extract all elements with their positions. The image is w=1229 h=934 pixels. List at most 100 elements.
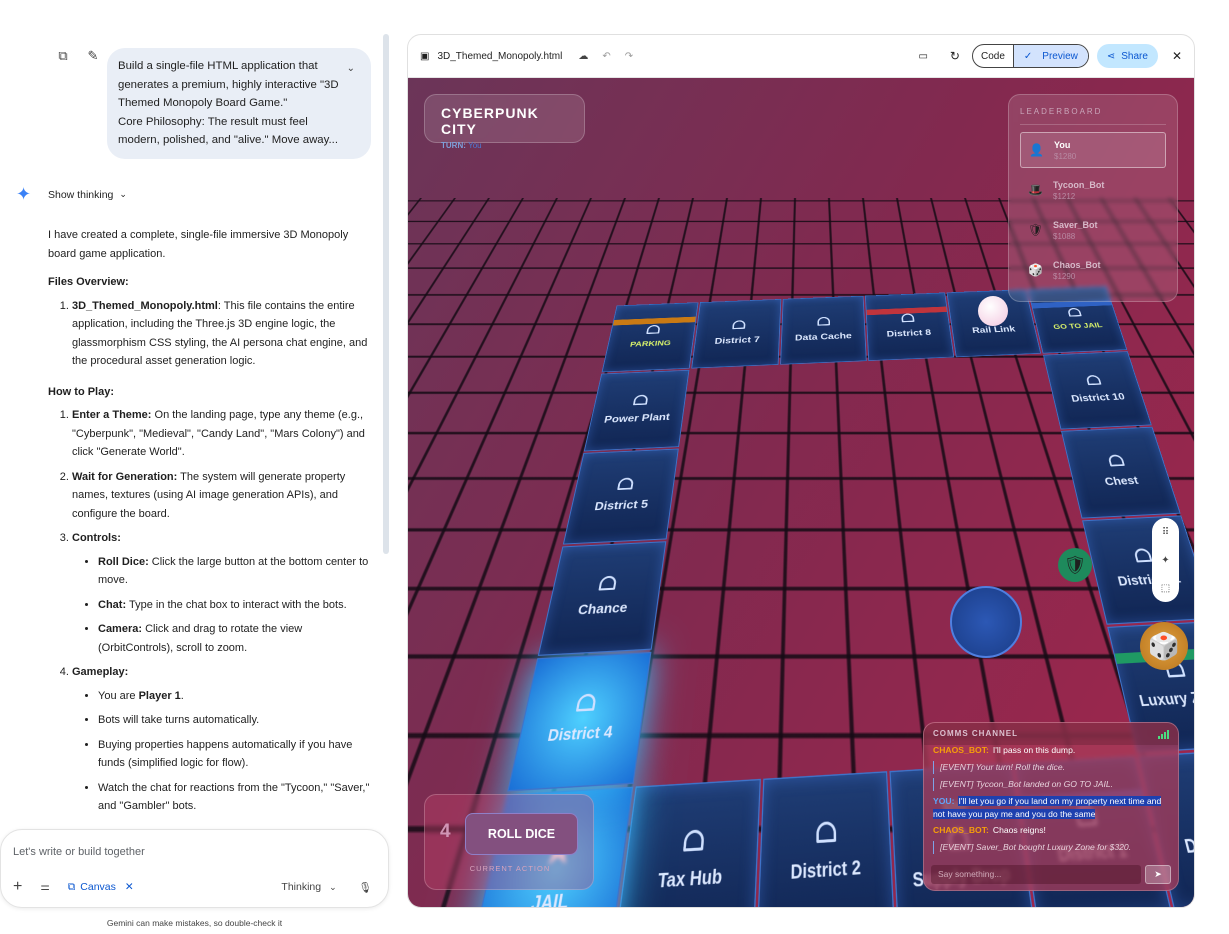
redo-icon[interactable]: ↷ xyxy=(625,51,633,62)
file-name: 3D_Themed_Monopoly.html xyxy=(72,299,218,312)
turn-value: You xyxy=(468,141,482,150)
add-icon[interactable]: + xyxy=(13,878,22,896)
dice-icon: 🎲 xyxy=(1028,263,1043,277)
house-icon xyxy=(900,313,915,323)
player-name: Chaos_Bot xyxy=(1053,259,1101,270)
board-tile[interactable]: District 5 xyxy=(562,448,679,545)
pink-token xyxy=(978,296,1008,326)
control-item: Camera: Click and drag to rotate the vie… xyxy=(98,620,370,657)
chat-message: CHAOS_BOT: Chaos reigns! xyxy=(933,824,1169,837)
board-tile[interactable]: Chest xyxy=(1060,426,1181,519)
canvas-label: Canvas xyxy=(80,881,116,893)
current-action-label: CURRENT ACTION xyxy=(469,864,551,873)
close-icon[interactable]: ✕ xyxy=(1172,49,1182,63)
tools-icon[interactable]: ⚌ xyxy=(40,881,49,893)
tile-name: Chest xyxy=(1103,473,1140,488)
share-button[interactable]: ⋖ Share xyxy=(1096,44,1158,68)
share-label: Share xyxy=(1121,50,1148,62)
house-icon xyxy=(1066,307,1082,317)
step-title: Controls: xyxy=(72,532,121,544)
board-tile[interactable]: Tax Hub xyxy=(613,778,761,907)
file-name: 3D_Themed_Monopoly.html xyxy=(437,50,563,62)
player-name: Saver_Bot xyxy=(1053,219,1098,230)
tile-name: District 10 xyxy=(1069,390,1127,404)
mode-select[interactable]: Thinking xyxy=(281,881,321,893)
board-tile[interactable]: PARKING xyxy=(601,302,699,373)
tile-name: Data Cache xyxy=(794,330,852,343)
step-title: Gameplay: xyxy=(72,666,129,678)
microphone-icon[interactable]: 🎙 xyxy=(359,881,372,894)
comms-heading: COMMS CHANNEL xyxy=(933,729,1018,738)
canvas-chip[interactable]: ⧉ Canvas ✕ xyxy=(68,881,134,894)
house-icon xyxy=(682,829,705,852)
house-icon xyxy=(1085,374,1102,386)
game-viewport[interactable]: PARKING District 7 Data Cache District 8 Rai… xyxy=(408,78,1195,907)
code-file-icon: ▣ xyxy=(420,50,430,62)
board-tile[interactable]: Power Plant xyxy=(583,369,690,452)
board-tile[interactable]: District 10 xyxy=(1043,351,1152,430)
tab-preview[interactable]: ✓ Preview xyxy=(1012,45,1088,67)
roll-dice-button[interactable]: ROLL DICE xyxy=(465,813,578,855)
console-icon[interactable]: ▭ xyxy=(918,51,927,62)
select-element-icon[interactable]: ⬚ xyxy=(1161,583,1170,594)
check-icon: ✓ xyxy=(1023,50,1033,62)
undo-icon[interactable]: ↶ xyxy=(602,51,610,62)
tile-name: District 4 xyxy=(546,721,614,745)
player-avatar-token xyxy=(950,586,1022,658)
sparkle-icon[interactable]: ✦ xyxy=(1161,555,1169,566)
sender: CHAOS_BOT: xyxy=(933,745,989,755)
board-tile[interactable]: District 8 xyxy=(864,292,955,361)
player-money: $1088 xyxy=(1053,231,1076,241)
close-icon[interactable]: ✕ xyxy=(125,881,134,893)
tile-name: Tax Hub xyxy=(656,864,723,893)
board-tile[interactable]: District 2 xyxy=(756,771,896,907)
tile-name: GO TO JAIL xyxy=(1052,321,1104,331)
house-icon xyxy=(597,575,617,591)
tile-name: Luxury Zone xyxy=(1137,686,1195,710)
send-button[interactable]: ➤ xyxy=(1145,865,1171,884)
player-money: $1290 xyxy=(1053,271,1076,281)
step-item: Wait for Generation: The system will gen… xyxy=(72,468,370,524)
chat-input[interactable]: Say something... xyxy=(931,865,1141,884)
chat-message: CHAOS_BOT: I'll pass on this dump. xyxy=(933,744,1169,757)
chat-scrollbar[interactable] xyxy=(383,34,389,554)
comms-channel: COMMS CHANNEL CHAOS_BOT: I'll pass on thi… xyxy=(923,722,1179,891)
board-tile[interactable]: Data Cache xyxy=(780,295,867,365)
canvas-toolbar: ▣ 3D_Themed_Monopoly.html ☁ ↶ ↷ ▭ ↻ Code… xyxy=(408,35,1194,78)
board-tile[interactable]: Chance xyxy=(537,541,667,656)
disclaimer: Gemini can make mistakes, so double-chec… xyxy=(106,918,283,928)
user-message: Build a single-file HTML application tha… xyxy=(107,48,371,159)
prompt-input[interactable]: Let's write or build together xyxy=(13,846,145,858)
tile-name: Power Plant xyxy=(603,410,671,426)
board-tile[interactable]: District 7 xyxy=(691,299,782,369)
step-title: Enter a Theme: xyxy=(72,409,152,421)
composer: Let's write or build together + ⚌ ⧉ Canv… xyxy=(0,829,389,908)
message-text: I'll let you go if you land on my proper… xyxy=(933,796,1162,819)
tile-name: District 7 xyxy=(714,334,761,346)
show-thinking-toggle[interactable]: ✦ Show thinking ⌄ xyxy=(16,185,127,203)
leaderboard-heading: LEADERBOARD xyxy=(1020,107,1166,125)
canvas-icon: ⧉ xyxy=(67,880,76,893)
house-icon xyxy=(575,693,597,712)
edit-icon[interactable]: ✎ xyxy=(85,48,101,64)
expand-chevron-icon[interactable]: ⌄ xyxy=(347,60,355,79)
message-list[interactable]: CHAOS_BOT: I'll pass on this dump. [EVENT]… xyxy=(924,741,1178,859)
cloud-icon[interactable]: ☁ xyxy=(578,51,588,62)
refresh-icon[interactable]: ↻ xyxy=(950,49,960,63)
intro-text: I have created a complete, single-file i… xyxy=(48,229,349,260)
board-tile[interactable]: District 4 xyxy=(507,651,652,792)
tile-name: Chance xyxy=(576,599,629,618)
top-hat-icon: 🎩 xyxy=(1028,183,1043,197)
gameplay-item: You are Player 1. xyxy=(98,687,370,706)
theme-title: CYBERPUNK CITY xyxy=(441,105,539,137)
file-item: 3D_Themed_Monopoly.html: This file conta… xyxy=(72,297,370,371)
player-name: You xyxy=(1054,139,1071,150)
chevron-down-icon[interactable]: ⌄ xyxy=(329,882,337,893)
message-text: Chaos reigns! xyxy=(992,825,1046,835)
drag-handle-icon[interactable]: ⠿ xyxy=(1162,527,1169,538)
tile-name: District 5 xyxy=(593,497,650,513)
tab-code[interactable]: Code xyxy=(973,45,1013,67)
copy-icon[interactable]: ⧉ xyxy=(55,48,71,64)
leaderboard-entry: 🛡 Saver_Bot $1088 xyxy=(1020,212,1166,248)
step-title: Wait for Generation: xyxy=(72,470,178,483)
